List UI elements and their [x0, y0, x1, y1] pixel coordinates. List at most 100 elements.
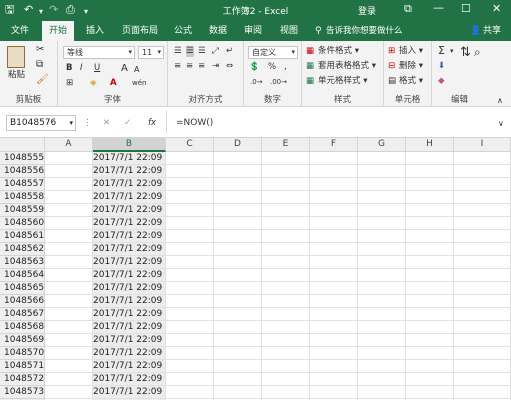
cell-i[interactable] — [454, 256, 511, 269]
cell-g[interactable] — [358, 217, 406, 230]
cell-i[interactable] — [454, 269, 511, 282]
paste-button[interactable]: 粘贴 — [8, 70, 25, 81]
cell-d[interactable] — [214, 217, 262, 230]
share-button[interactable]: 共享 — [483, 25, 501, 37]
cell-b[interactable]: 2017/7/1 22:09 — [93, 347, 166, 360]
cell-c[interactable] — [166, 230, 214, 243]
cell-c[interactable] — [166, 295, 214, 308]
row-header[interactable]: 1048566 — [0, 295, 45, 308]
cell-h[interactable] — [406, 321, 454, 334]
cell-g[interactable] — [358, 204, 406, 217]
row-header[interactable]: 1048572 — [0, 373, 45, 386]
column-header-a[interactable]: A — [45, 138, 93, 152]
sort-filter-icon[interactable]: ⇅ — [460, 46, 471, 59]
ribbon-display-options-icon[interactable]: ⧉ — [404, 2, 412, 16]
row-header[interactable]: 1048556 — [0, 165, 45, 178]
cell-a[interactable] — [45, 347, 93, 360]
tab-insert[interactable]: 插入 — [86, 25, 104, 37]
bottom-align-icon[interactable]: ☰ — [198, 46, 206, 57]
cell-h[interactable] — [406, 256, 454, 269]
cell-e[interactable] — [262, 334, 310, 347]
cell-e[interactable] — [262, 347, 310, 360]
expand-formula-bar-icon[interactable]: ∨ — [498, 118, 504, 129]
cell-g[interactable] — [358, 178, 406, 191]
cell-a[interactable] — [45, 295, 93, 308]
cell-g[interactable] — [358, 230, 406, 243]
cell-f[interactable] — [310, 360, 358, 373]
share-icon[interactable]: 👤 — [470, 25, 481, 37]
column-header-b[interactable]: B — [93, 138, 166, 152]
cell-g[interactable] — [358, 386, 406, 399]
cell-d[interactable] — [214, 360, 262, 373]
row-header[interactable]: 1048557 — [0, 178, 45, 191]
tab-formulas[interactable]: 公式 — [174, 25, 192, 37]
enter-formula-button[interactable]: ✓ — [124, 118, 131, 129]
cell-a[interactable] — [45, 282, 93, 295]
underline-button[interactable]: U — [94, 63, 100, 74]
top-align-icon[interactable]: ☰ — [174, 46, 182, 57]
cell-g[interactable] — [358, 152, 406, 165]
collapse-ribbon-icon[interactable]: ∧ — [497, 95, 503, 106]
cell-c[interactable] — [166, 217, 214, 230]
select-all-corner[interactable] — [0, 138, 45, 152]
cell-c[interactable] — [166, 321, 214, 334]
cell-h[interactable] — [406, 347, 454, 360]
wrap-text-icon[interactable]: ↵ — [226, 46, 233, 57]
cell-g[interactable] — [358, 165, 406, 178]
cell-i[interactable] — [454, 295, 511, 308]
cell-c[interactable] — [166, 360, 214, 373]
indent-icon[interactable]: ⇥ — [212, 61, 219, 72]
cell-h[interactable] — [406, 204, 454, 217]
cell-c[interactable] — [166, 308, 214, 321]
cell-e[interactable] — [262, 269, 310, 282]
cell-f[interactable] — [310, 191, 358, 204]
find-select-icon[interactable]: ⌕ — [474, 46, 481, 58]
cell-a[interactable] — [45, 360, 93, 373]
cut-icon[interactable]: ✂ — [36, 44, 44, 55]
cell-b[interactable]: 2017/7/1 22:09 — [93, 204, 166, 217]
cell-b[interactable]: 2017/7/1 22:09 — [93, 386, 166, 399]
cell-f[interactable] — [310, 295, 358, 308]
cell-i[interactable] — [454, 230, 511, 243]
cell-b[interactable]: 2017/7/1 22:09 — [93, 269, 166, 282]
cell-c[interactable] — [166, 191, 214, 204]
cell-b[interactable]: 2017/7/1 22:09 — [93, 282, 166, 295]
column-header-d[interactable]: D — [214, 138, 262, 152]
cell-b[interactable]: 2017/7/1 22:09 — [93, 152, 166, 165]
cell-e[interactable] — [262, 308, 310, 321]
cell-d[interactable] — [214, 165, 262, 178]
cell-i[interactable] — [454, 386, 511, 399]
cell-c[interactable] — [166, 256, 214, 269]
cell-g[interactable] — [358, 256, 406, 269]
cell-f[interactable] — [310, 282, 358, 295]
align-left-icon[interactable]: ≡ — [174, 61, 181, 72]
row-header[interactable]: 1048564 — [0, 269, 45, 282]
autosum-dropdown-icon[interactable]: ▾ — [450, 46, 454, 57]
cell-e[interactable] — [262, 321, 310, 334]
minimize-button[interactable]: — — [433, 1, 444, 14]
cell-c[interactable] — [166, 165, 214, 178]
middle-align-icon[interactable]: ☰ — [186, 46, 194, 57]
tab-review[interactable]: 审阅 — [244, 25, 262, 37]
cell-h[interactable] — [406, 295, 454, 308]
cell-g[interactable] — [358, 308, 406, 321]
cell-i[interactable] — [454, 282, 511, 295]
cell-h[interactable] — [406, 217, 454, 230]
insert-cells-button[interactable]: 插入 ▾ — [399, 46, 423, 57]
cell-b[interactable]: 2017/7/1 22:09 — [93, 178, 166, 191]
column-header-g[interactable]: G — [358, 138, 406, 152]
cell-e[interactable] — [262, 152, 310, 165]
cell-g[interactable] — [358, 334, 406, 347]
clear-icon[interactable]: ◆ — [438, 76, 445, 87]
cell-g[interactable] — [358, 269, 406, 282]
column-header-h[interactable]: H — [406, 138, 454, 152]
row-header[interactable]: 1048562 — [0, 243, 45, 256]
sign-in-link[interactable]: 登录 — [358, 4, 376, 17]
bold-button[interactable]: B — [66, 63, 72, 74]
borders-icon[interactable]: ⊞ — [66, 78, 73, 89]
cell-f[interactable] — [310, 217, 358, 230]
row-header[interactable]: 1048563 — [0, 256, 45, 269]
cell-f[interactable] — [310, 256, 358, 269]
copy-icon[interactable]: ⧉ — [36, 59, 43, 70]
column-header-i[interactable]: I — [454, 138, 511, 152]
